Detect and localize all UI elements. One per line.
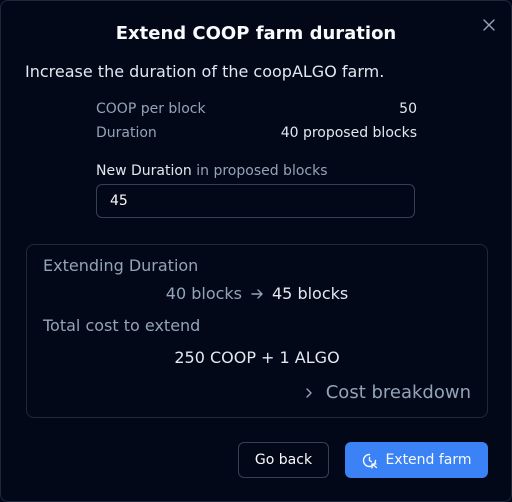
new-duration-label-hint: in proposed blocks <box>196 163 328 179</box>
new-duration-input[interactable] <box>96 184 415 218</box>
coop-per-block-label: COOP per block <box>96 101 206 117</box>
cost-breakdown-label: Cost breakdown <box>325 382 471 403</box>
new-duration-label: New Duration in proposed blocks <box>96 163 328 179</box>
total-cost-value: 250 COOP + 1 ALGO <box>174 348 340 367</box>
duration-to: 45 blocks <box>272 284 349 303</box>
dialog-title: Extend COOP farm duration <box>115 23 397 44</box>
extending-duration-heading: Extending Duration <box>43 256 199 275</box>
coop-per-block-row: COOP per block 50 <box>96 101 417 117</box>
extend-farm-button[interactable]: Extend farm <box>345 442 488 478</box>
extend-farm-dialog: Extend COOP farm duration Increase the d… <box>0 0 512 502</box>
duration-label: Duration <box>96 125 157 141</box>
new-duration-label-main: New Duration <box>96 163 192 179</box>
extend-farm-label: Extend farm <box>385 452 472 468</box>
chevron-right-icon <box>306 387 312 398</box>
coop-per-block-value: 50 <box>399 101 417 117</box>
duration-value: 40 proposed blocks <box>280 125 417 141</box>
cost-breakdown-toggle[interactable]: Cost breakdown <box>304 382 471 403</box>
go-back-button[interactable]: Go back <box>238 442 329 478</box>
total-cost-heading: Total cost to extend <box>43 316 201 335</box>
duration-from: 40 blocks <box>165 284 242 303</box>
extension-summary-panel: Extending Duration 40 blocks 45 blocks T… <box>26 244 488 418</box>
clock-rotate-icon <box>363 453 378 469</box>
close-icon[interactable] <box>483 19 495 31</box>
dialog-description: Increase the duration of the coopALGO fa… <box>25 62 385 81</box>
close-button[interactable] <box>481 17 497 33</box>
duration-change: 40 blocks 45 blocks <box>27 284 487 303</box>
arrow-right-icon <box>250 287 264 301</box>
duration-row: Duration 40 proposed blocks <box>96 125 417 141</box>
